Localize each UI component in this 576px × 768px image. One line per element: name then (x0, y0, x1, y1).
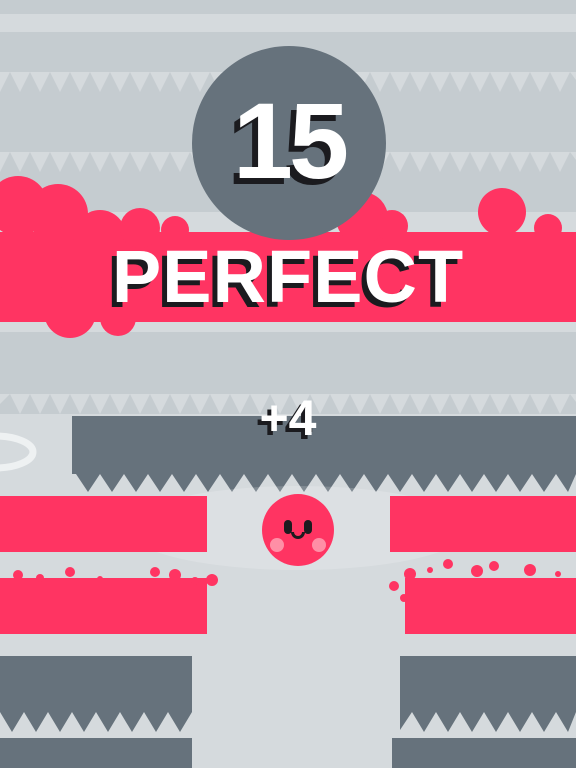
pink-ball-character-icon (262, 494, 334, 566)
left-cheek (270, 538, 284, 552)
smile (291, 532, 305, 539)
right-eye (304, 520, 312, 534)
score-circle: 15 (192, 46, 386, 240)
game-screen[interactable]: { "game": { "score": "15", "feedback": "… (0, 0, 576, 768)
score-value: 15 (232, 79, 349, 201)
right-cheek (312, 538, 326, 552)
perfect-label: PERFECT (111, 235, 465, 318)
bonus-points: +4 (259, 390, 317, 446)
